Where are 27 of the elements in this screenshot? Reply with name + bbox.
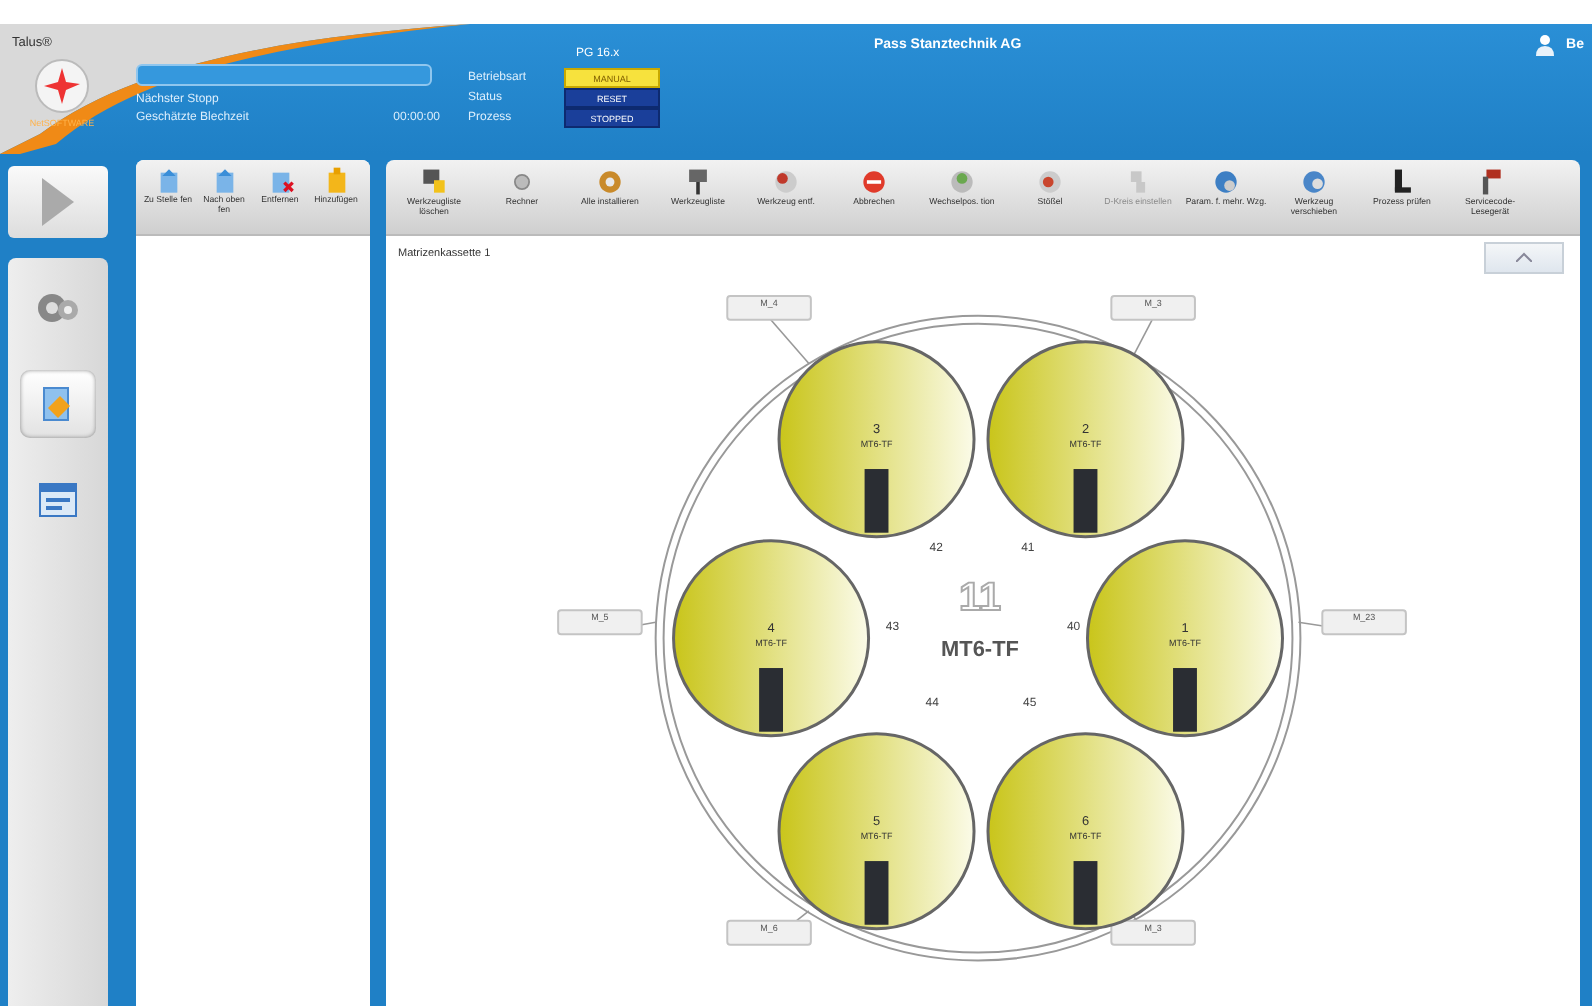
tool-icon	[1034, 166, 1066, 198]
tool-station[interactable]	[986, 339, 1185, 538]
window-icon	[38, 482, 78, 518]
tool-station[interactable]	[777, 731, 976, 930]
tool-icon	[858, 166, 890, 198]
tool-icon	[770, 166, 802, 198]
sidebar-item[interactable]	[20, 370, 96, 438]
tool-icon	[1210, 166, 1242, 198]
play-button[interactable]	[8, 166, 108, 238]
gear-icon	[36, 290, 80, 326]
caret-icon	[1516, 252, 1532, 263]
center-tool: MT6-TF	[941, 637, 1019, 662]
user-icon[interactable]	[1536, 34, 1555, 56]
tool-icon	[1298, 166, 1330, 198]
tag-icon	[40, 384, 76, 424]
tool-station[interactable]	[777, 339, 976, 538]
tool-icon	[418, 166, 450, 198]
tool-station[interactable]	[672, 538, 871, 737]
logo-icon	[34, 58, 90, 114]
center-number: 11	[959, 576, 1002, 620]
input-field[interactable]	[136, 64, 432, 86]
tool-station[interactable]	[1086, 538, 1284, 737]
leader-line	[768, 316, 810, 364]
tool-station[interactable]	[986, 731, 1185, 930]
tool-icon	[946, 166, 978, 198]
play-icon	[42, 178, 74, 226]
tool-icon	[594, 166, 626, 198]
